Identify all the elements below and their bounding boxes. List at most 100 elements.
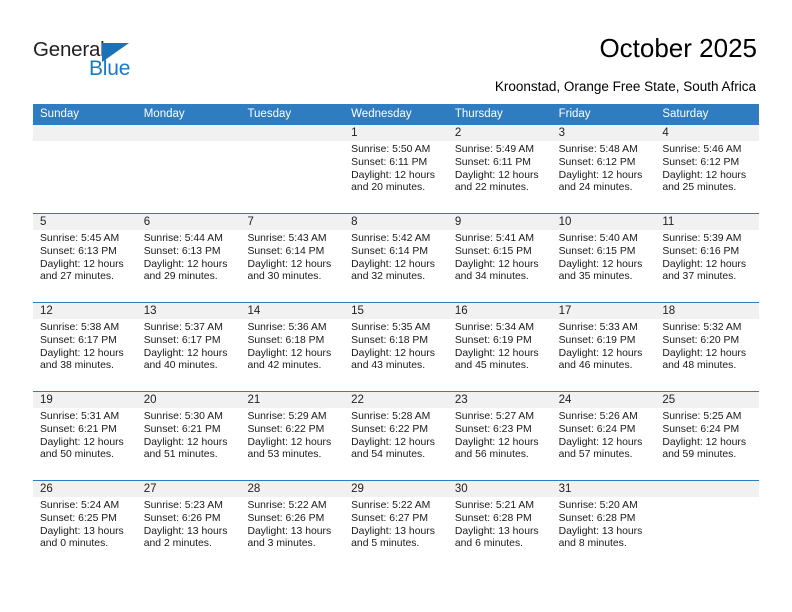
daylight-text-line1: Daylight: 12 hours	[454, 169, 539, 181]
weekday-header-monday: Monday	[143, 108, 185, 120]
day-cell[interactable]: 23 Sunrise: 5:27 AM Sunset: 6:23 PM Dayl…	[447, 392, 552, 480]
day-cell[interactable]: 12 Sunrise: 5:38 AM Sunset: 6:17 PM Dayl…	[33, 303, 137, 391]
daylight-text-line1: Daylight: 13 hours	[143, 525, 228, 537]
sunrise-text: Sunrise: 5:45 AM	[40, 233, 120, 244]
sunrise-text: Sunrise: 5:24 AM	[40, 500, 120, 511]
calendar-grid: Sunday Monday Tuesday Wednesday Thursday…	[33, 104, 760, 569]
day-cell[interactable]: 21 Sunrise: 5:29 AM Sunset: 6:22 PM Dayl…	[240, 392, 345, 480]
logo-text-blue: Blue	[89, 57, 131, 80]
daylight-text-line1: Daylight: 12 hours	[662, 258, 747, 270]
day-cell[interactable]: 7 Sunrise: 5:43 AM Sunset: 6:14 PM Dayli…	[240, 214, 345, 302]
day-cell[interactable]: 5 Sunrise: 5:45 AM Sunset: 6:13 PM Dayli…	[33, 214, 137, 302]
daylight-text-line2: and 35 minutes.	[558, 271, 633, 283]
sunset-text: Sunset: 6:26 PM	[143, 512, 221, 524]
daylight-text-line1: Daylight: 12 hours	[454, 347, 539, 359]
day-cell[interactable]: 2 Sunrise: 5:49 AM Sunset: 6:11 PM Dayli…	[447, 125, 552, 213]
day-cell[interactable]	[136, 125, 241, 213]
day-cell[interactable]: 18 Sunrise: 5:32 AM Sunset: 6:20 PM Dayl…	[655, 303, 760, 391]
daylight-text-line2: and 3 minutes.	[247, 538, 316, 550]
day-number: 12	[33, 303, 137, 319]
day-cell[interactable]: 22 Sunrise: 5:28 AM Sunset: 6:22 PM Dayl…	[344, 392, 448, 480]
sunrise-text: Sunrise: 5:33 AM	[558, 322, 638, 333]
daylight-text-line2: and 0 minutes.	[40, 538, 109, 550]
sunset-text: Sunset: 6:12 PM	[662, 156, 740, 168]
sunrise-text: Sunrise: 5:50 AM	[351, 144, 431, 155]
daylight-text-line2: and 56 minutes.	[454, 449, 529, 461]
day-cell[interactable]	[655, 481, 760, 569]
day-cell[interactable]: 8 Sunrise: 5:42 AM Sunset: 6:14 PM Dayli…	[344, 214, 448, 302]
sunset-text: Sunset: 6:17 PM	[40, 334, 117, 346]
page-title: October 2025	[599, 33, 757, 63]
day-cell[interactable]: 11 Sunrise: 5:39 AM Sunset: 6:16 PM Dayl…	[655, 214, 760, 302]
daylight-text-line2: and 42 minutes.	[247, 360, 322, 372]
day-details: Sunrise: 5:37 AM Sunset: 6:17 PM Dayligh…	[137, 319, 241, 373]
day-cell[interactable]: 27 Sunrise: 5:23 AM Sunset: 6:26 PM Dayl…	[136, 481, 241, 569]
sunset-text: Sunset: 6:13 PM	[40, 245, 117, 257]
day-cell[interactable]: 25 Sunrise: 5:25 AM Sunset: 6:24 PM Dayl…	[655, 392, 760, 480]
sunset-text: Sunset: 6:16 PM	[662, 245, 740, 257]
day-cell[interactable]: 29 Sunrise: 5:22 AM Sunset: 6:27 PM Dayl…	[344, 481, 448, 569]
day-cell[interactable]: 24 Sunrise: 5:26 AM Sunset: 6:24 PM Dayl…	[551, 392, 656, 480]
week-row: 1 Sunrise: 5:50 AM Sunset: 6:11 PM Dayli…	[33, 125, 760, 213]
daylight-text-line2: and 20 minutes.	[351, 182, 426, 194]
day-number: 4	[655, 125, 760, 141]
day-cell[interactable]: 20 Sunrise: 5:30 AM Sunset: 6:21 PM Dayl…	[136, 392, 241, 480]
day-number: 27	[136, 481, 241, 497]
day-number: 13	[136, 303, 241, 319]
daylight-text-line2: and 43 minutes.	[351, 360, 426, 372]
day-number: 24	[551, 392, 656, 408]
sunrise-text: Sunrise: 5:20 AM	[558, 500, 638, 511]
day-details: Sunrise: 5:24 AM Sunset: 6:25 PM Dayligh…	[33, 497, 137, 551]
day-cell[interactable]: 17 Sunrise: 5:33 AM Sunset: 6:19 PM Dayl…	[551, 303, 656, 391]
day-cell[interactable]: 3 Sunrise: 5:48 AM Sunset: 6:12 PM Dayli…	[551, 125, 656, 213]
daylight-text-line1: Daylight: 12 hours	[247, 436, 332, 448]
sunrise-text: Sunrise: 5:43 AM	[247, 233, 327, 244]
daylight-text-line1: Daylight: 12 hours	[351, 436, 435, 448]
daylight-text-line2: and 34 minutes.	[454, 271, 529, 283]
day-cell[interactable]: 28 Sunrise: 5:22 AM Sunset: 6:26 PM Dayl…	[240, 481, 345, 569]
daylight-text-line2: and 40 minutes.	[143, 360, 218, 372]
daylight-text-line1: Daylight: 12 hours	[454, 258, 539, 270]
day-cell[interactable]: 1 Sunrise: 5:50 AM Sunset: 6:11 PM Dayli…	[344, 125, 448, 213]
day-cell[interactable]: 26 Sunrise: 5:24 AM Sunset: 6:25 PM Dayl…	[33, 481, 137, 569]
daylight-text-line1: Daylight: 13 hours	[40, 525, 124, 537]
day-details: Sunrise: 5:42 AM Sunset: 6:14 PM Dayligh…	[344, 230, 448, 284]
day-cell[interactable]: 4 Sunrise: 5:46 AM Sunset: 6:12 PM Dayli…	[655, 125, 760, 213]
day-cell[interactable]: 14 Sunrise: 5:36 AM Sunset: 6:18 PM Dayl…	[240, 303, 345, 391]
sunset-text: Sunset: 6:15 PM	[454, 245, 532, 257]
sunrise-text: Sunrise: 5:41 AM	[454, 233, 535, 244]
day-number: 18	[655, 303, 760, 319]
day-details: Sunrise: 5:29 AM Sunset: 6:22 PM Dayligh…	[240, 408, 344, 462]
day-cell[interactable]: 15 Sunrise: 5:35 AM Sunset: 6:18 PM Dayl…	[344, 303, 448, 391]
sunrise-text: Sunrise: 5:25 AM	[662, 411, 742, 422]
day-cell[interactable]: 31 Sunrise: 5:20 AM Sunset: 6:28 PM Dayl…	[551, 481, 656, 569]
day-cell[interactable]: 10 Sunrise: 5:40 AM Sunset: 6:15 PM Dayl…	[551, 214, 656, 302]
daylight-text-line2: and 50 minutes.	[40, 449, 114, 461]
day-number: 21	[240, 392, 345, 408]
daylight-text-line2: and 5 minutes.	[351, 538, 420, 550]
day-cell[interactable]: 30 Sunrise: 5:21 AM Sunset: 6:28 PM Dayl…	[447, 481, 552, 569]
day-details: Sunrise: 5:49 AM Sunset: 6:11 PM Dayligh…	[448, 141, 552, 195]
week-row: 26 Sunrise: 5:24 AM Sunset: 6:25 PM Dayl…	[33, 480, 760, 569]
day-number: 16	[447, 303, 552, 319]
sunset-text: Sunset: 6:21 PM	[143, 423, 221, 435]
general-blue-logo[interactable]: General Blue	[33, 38, 163, 84]
day-cell[interactable]	[240, 125, 345, 213]
day-details: Sunrise: 5:30 AM Sunset: 6:21 PM Dayligh…	[137, 408, 241, 462]
day-cell[interactable]	[33, 125, 137, 213]
sunset-text: Sunset: 6:28 PM	[454, 512, 532, 524]
day-details	[655, 497, 759, 500]
day-details: Sunrise: 5:38 AM Sunset: 6:17 PM Dayligh…	[33, 319, 137, 373]
day-cell[interactable]: 9 Sunrise: 5:41 AM Sunset: 6:15 PM Dayli…	[447, 214, 552, 302]
day-cell[interactable]: 19 Sunrise: 5:31 AM Sunset: 6:21 PM Dayl…	[33, 392, 137, 480]
day-details: Sunrise: 5:26 AM Sunset: 6:24 PM Dayligh…	[552, 408, 656, 462]
day-cell[interactable]: 6 Sunrise: 5:44 AM Sunset: 6:13 PM Dayli…	[136, 214, 241, 302]
daylight-text-line1: Daylight: 12 hours	[351, 258, 435, 270]
day-cell[interactable]: 16 Sunrise: 5:34 AM Sunset: 6:19 PM Dayl…	[447, 303, 552, 391]
day-details: Sunrise: 5:20 AM Sunset: 6:28 PM Dayligh…	[552, 497, 656, 551]
day-details: Sunrise: 5:40 AM Sunset: 6:15 PM Dayligh…	[552, 230, 656, 284]
day-cell[interactable]: 13 Sunrise: 5:37 AM Sunset: 6:17 PM Dayl…	[136, 303, 241, 391]
day-number: 25	[655, 392, 760, 408]
week-row: 5 Sunrise: 5:45 AM Sunset: 6:13 PM Dayli…	[33, 213, 760, 302]
sunrise-text: Sunrise: 5:31 AM	[40, 411, 120, 422]
